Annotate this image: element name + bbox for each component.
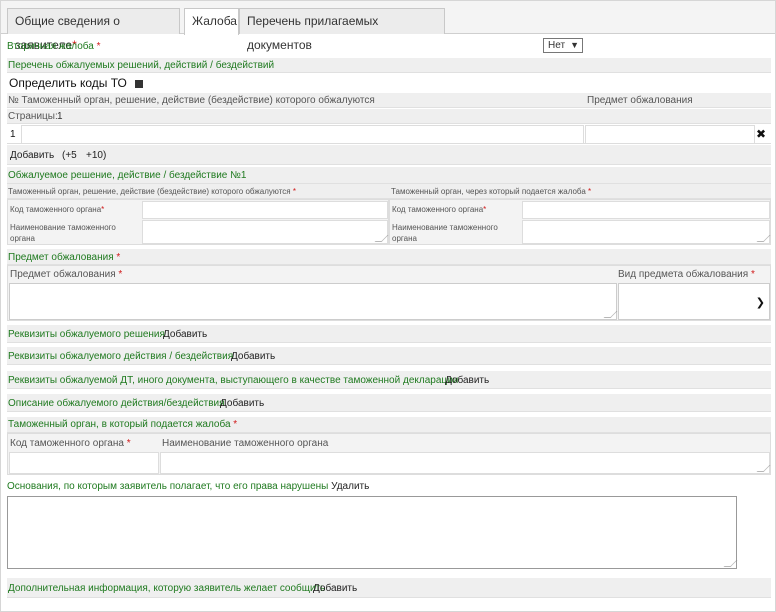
determine-codes-button[interactable]: Определить коды ТО: [9, 76, 144, 90]
row-number: 1: [10, 129, 16, 140]
grounds-header: Основания, по которым заявитель полагает…: [7, 481, 369, 492]
submitting-organ-name-textarea[interactable]: [522, 220, 771, 244]
row-subject-cell[interactable]: [585, 125, 755, 144]
submitting-organ-code-input[interactable]: [522, 201, 770, 219]
appealed-organ-code-input[interactable]: [142, 201, 388, 219]
grounds-textarea[interactable]: [7, 496, 738, 569]
table-row: 1 ✖: [7, 125, 771, 144]
resize-handle-icon[interactable]: [374, 235, 389, 242]
decision-subheaders: Таможенный орган, решение, действие (без…: [7, 184, 771, 199]
add-row-button[interactable]: Добавить: [10, 150, 54, 161]
additional-info-bar: Дополнительная информация, которую заяви…: [7, 578, 771, 598]
add-5-rows-button[interactable]: (+5: [62, 150, 77, 161]
add-rows-bar: Добавить (+5 +10): [7, 145, 771, 165]
subject-block: Предмет обжалования * Вид предмета обжал…: [7, 265, 771, 321]
target-organ-title: Таможенный орган, в который подается жал…: [8, 419, 238, 430]
add-action-requisites-button[interactable]: Добавить: [231, 351, 275, 362]
column-header-subject: Предмет обжалования: [587, 95, 693, 106]
tab-bar: Общие сведения о заявителе* Жалоба Переч…: [1, 1, 775, 52]
tab-attached-documents[interactable]: Перечень прилагаемых документов: [239, 8, 445, 52]
select-value: Нет: [548, 40, 566, 51]
secondary-complaint-label: Вторичная жалоба *: [7, 41, 101, 52]
list-icon: [135, 79, 144, 88]
chevron-down-icon: ▼: [570, 40, 579, 50]
row-organ-cell[interactable]: [21, 125, 584, 144]
requisites-label: Реквизиты обжалуемого решения: [8, 329, 165, 340]
list-section-title: Перечень обжалуемых решений, действий / …: [8, 60, 275, 71]
add-declaration-requisites-button[interactable]: Добавить: [445, 375, 489, 386]
column-header-organ: № Таможенный орган, решение, действие (б…: [8, 95, 375, 106]
subject-type-label: Вид предмета обжалования *: [618, 269, 755, 280]
left-subheader: Таможенный орган, решение, действие (без…: [8, 187, 296, 196]
action-description-bar: Описание обжалуемого действия/бездействи…: [7, 394, 771, 412]
subject-textarea[interactable]: [9, 283, 618, 320]
appealed-organ-name-textarea[interactable]: [142, 220, 389, 244]
resize-handle-icon[interactable]: [756, 465, 771, 472]
requisites-label: Реквизиты обжалуемого действия / бездейс…: [8, 351, 234, 362]
resize-handle-icon[interactable]: [723, 560, 738, 567]
grounds-label: Основания, по которым заявитель полагает…: [7, 481, 329, 492]
delete-grounds-button[interactable]: Удалить: [331, 481, 369, 492]
code-label: Код таможенного органа*: [392, 205, 487, 214]
requisites-action-bar: Реквизиты обжалуемого действия / бездейс…: [7, 347, 771, 365]
description-label: Описание обжалуемого действия/бездействи…: [8, 398, 225, 409]
name-label: Наименование таможенного органа: [392, 223, 498, 243]
subject-header: Предмет обжалования *: [7, 249, 771, 265]
requisites-decision-bar: Реквизиты обжалуемого решения Добавить: [7, 325, 771, 343]
subject-label: Предмет обжалования *: [10, 269, 123, 280]
secondary-complaint-select[interactable]: Нет ▼: [543, 38, 583, 53]
tab-label: Перечень прилагаемых документов: [247, 14, 379, 52]
subject-type-select[interactable]: ❯: [618, 283, 770, 320]
decision-title: Обжалуемое решение, действие / бездейств…: [8, 170, 247, 181]
subject-title: Предмет обжалования *: [8, 252, 121, 263]
list-section-header: Перечень обжалуемых решений, действий / …: [7, 58, 771, 73]
target-name-label: Наименование таможенного органа: [162, 438, 329, 449]
add-10-rows-button[interactable]: +10): [86, 150, 106, 161]
pagination: Страницы: 1: [7, 109, 771, 124]
page-1-link[interactable]: 1: [57, 111, 63, 122]
tab-complaint[interactable]: Жалоба: [184, 8, 239, 35]
additional-info-label: Дополнительная информация, которую заяви…: [8, 583, 326, 594]
list-table-header: № Таможенный орган, решение, действие (б…: [7, 93, 771, 108]
appealed-organ-block: Код таможенного органа* Наименование там…: [7, 199, 389, 245]
decision-header: Обжалуемое решение, действие / бездейств…: [7, 167, 771, 184]
requisites-declaration-bar: Реквизиты обжалуемой ДТ, иного документа…: [7, 371, 771, 389]
complaint-form: Общие сведения о заявителе* Жалоба Переч…: [0, 0, 776, 612]
name-label: Наименование таможенного органа: [10, 223, 116, 243]
tab-applicant-info[interactable]: Общие сведения о заявителе*: [7, 8, 180, 52]
resize-handle-icon[interactable]: [756, 235, 771, 242]
submitting-organ-block: Код таможенного органа* Наименование там…: [389, 199, 771, 245]
resize-handle-icon[interactable]: [603, 311, 618, 318]
code-label: Код таможенного органа*: [10, 205, 105, 214]
requisites-label: Реквизиты обжалуемой ДТ, иного документа…: [8, 375, 459, 386]
right-subheader: Таможенный орган, через который подается…: [391, 187, 592, 196]
add-description-button[interactable]: Добавить: [220, 398, 264, 409]
tab-label: Жалоба: [192, 14, 237, 28]
chevron-down-icon: ❯: [755, 297, 765, 309]
delete-row-icon[interactable]: ✖: [756, 127, 766, 141]
add-additional-info-button[interactable]: Добавить: [313, 583, 357, 594]
target-organ-name-textarea[interactable]: [160, 452, 771, 474]
pages-label: Страницы:: [8, 111, 58, 122]
target-code-label: Код таможенного органа *: [10, 438, 131, 449]
add-decision-requisites-button[interactable]: Добавить: [163, 329, 207, 340]
target-organ-header: Таможенный орган, в который подается жал…: [7, 417, 771, 433]
target-organ-block: Код таможенного органа * Наименование та…: [7, 433, 771, 475]
target-organ-code-input[interactable]: [9, 452, 159, 474]
